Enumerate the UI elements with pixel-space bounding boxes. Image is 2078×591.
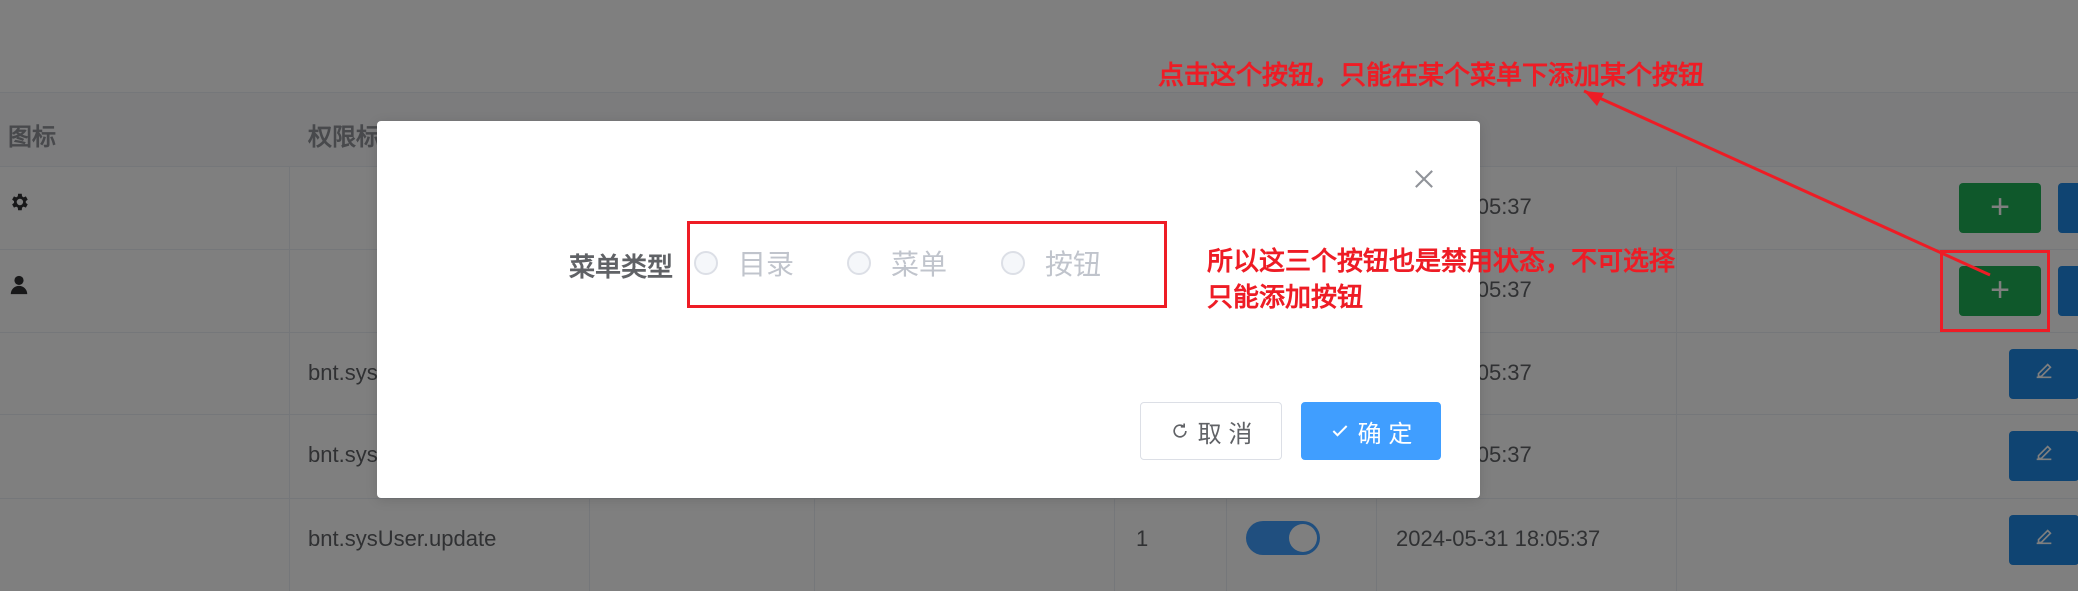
annotation-highlight-add-button (1940, 250, 2050, 332)
refresh-icon (1173, 423, 1187, 438)
annotation-highlight-radio-group (687, 221, 1167, 308)
close-icon[interactable] (1410, 165, 1438, 193)
check-icon (1332, 425, 1348, 437)
annotation-side-note-line-1: 所以这三个按钮也是禁用状态，不可选择 (1207, 246, 1676, 276)
menu-type-label: 菜单类型 (569, 252, 674, 282)
confirm-button[interactable]: 确 定 (1301, 402, 1441, 460)
annotation-top-note: 点击这个按钮，只能在某个菜单下添加某个按钮 (1158, 60, 1705, 90)
cancel-label: 取 消 (1197, 420, 1253, 448)
confirm-label: 确 定 (1357, 420, 1413, 448)
annotation-side-note-line-2: 只能添加按钮 (1207, 282, 1364, 312)
cancel-button[interactable]: 取 消 (1140, 402, 1282, 460)
screen: 图标 权限标 5-31 18:05:37 + 5-31 18:05:37 + (0, 0, 2078, 591)
